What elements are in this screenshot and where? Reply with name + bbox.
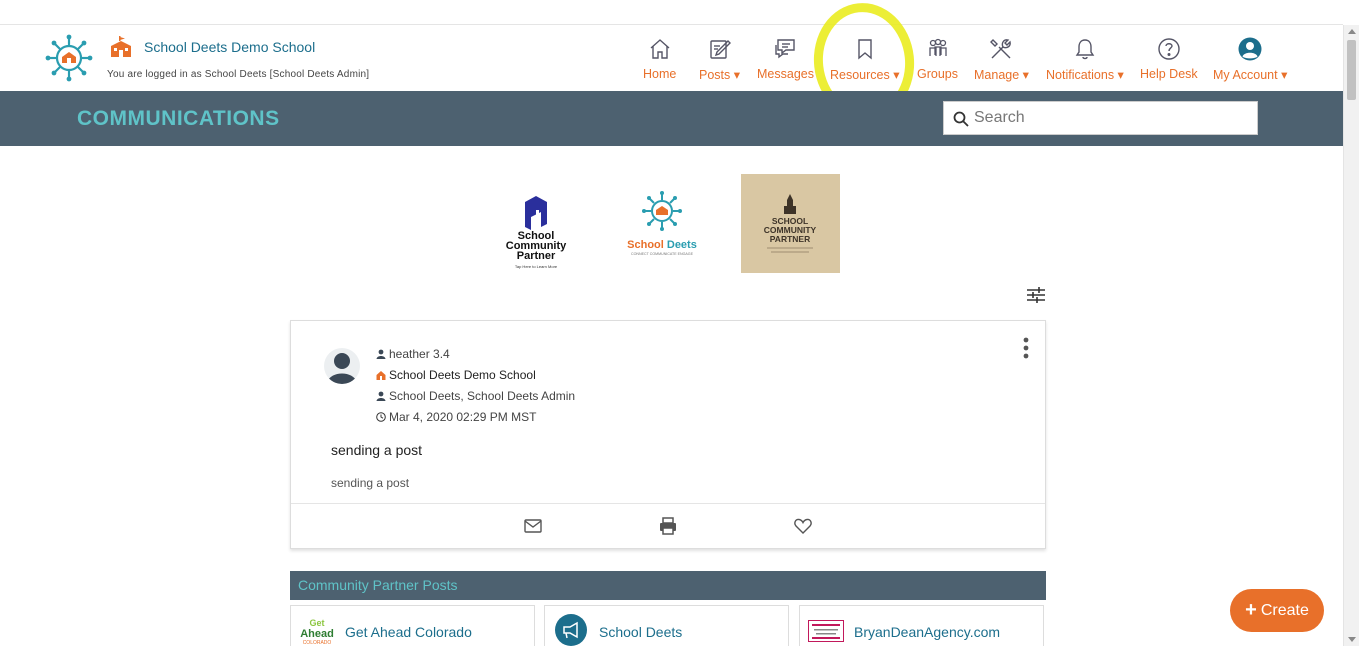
nav-posts[interactable]: Posts ▾ xyxy=(699,37,740,82)
svg-text:COLORADO: COLORADO xyxy=(303,640,332,646)
school-name-link[interactable]: School Deets Demo School xyxy=(144,39,315,55)
edit-icon xyxy=(699,37,740,63)
post-timestamp: Mar 4, 2020 02:29 PM MST xyxy=(376,410,536,424)
post-actions xyxy=(291,503,1045,549)
post-author-name: heather 3.4 xyxy=(389,347,450,361)
scroll-thumb[interactable] xyxy=(1347,40,1356,100)
get-ahead-colorado-logo: Get Ahead COLORADO xyxy=(300,618,334,646)
filter-settings-icon[interactable] xyxy=(1026,285,1046,305)
school-building-icon xyxy=(376,371,386,380)
scroll-down-arrow-icon[interactable] xyxy=(1348,637,1356,642)
page-scrollbar[interactable] xyxy=(1343,25,1359,646)
person-icon xyxy=(376,349,386,359)
like-heart-icon[interactable] xyxy=(793,516,813,536)
search-icon xyxy=(953,111,969,127)
svg-text:Ahead: Ahead xyxy=(300,628,334,640)
school-deets-logo[interactable] xyxy=(44,33,94,83)
account-icon xyxy=(1213,37,1287,63)
post-body: sending a post xyxy=(331,476,410,490)
partner-card-get-ahead-colorado[interactable]: Get Ahead COLORADO Get Ahead Colorado xyxy=(290,605,535,646)
home-icon xyxy=(643,37,676,63)
svg-text:Get: Get xyxy=(309,618,324,628)
nav-home[interactable]: Home xyxy=(643,37,676,81)
partner-name[interactable]: Get Ahead Colorado xyxy=(345,624,472,640)
search-box[interactable] xyxy=(943,101,1258,135)
school-building-icon xyxy=(111,36,131,57)
nav-my-account[interactable]: My Account ▾ xyxy=(1213,37,1287,82)
print-icon[interactable] xyxy=(658,516,678,536)
chat-icon xyxy=(757,37,814,63)
nav-posts-label: Posts ▾ xyxy=(699,68,741,82)
email-icon[interactable] xyxy=(523,516,543,536)
search-input[interactable] xyxy=(974,102,1254,134)
groups-icon xyxy=(917,37,958,63)
sponsor-school-community-partner-1[interactable]: School Community Partner Tap Here to Lea… xyxy=(487,174,586,273)
nav-messages[interactable]: Messages xyxy=(757,37,814,81)
nav-notifications-label: Notifications ▾ xyxy=(1046,68,1124,82)
clock-icon xyxy=(376,412,386,422)
browser-top-strip xyxy=(0,0,1343,25)
nav-groups[interactable]: Groups xyxy=(917,37,958,81)
tools-icon xyxy=(974,37,1029,63)
nav-manage[interactable]: Manage ▾ xyxy=(974,37,1029,82)
svg-text:PARTNER: PARTNER xyxy=(770,234,810,244)
site-header: School Deets Demo School You are logged … xyxy=(0,25,1343,91)
post-timestamp-text: Mar 4, 2020 02:29 PM MST xyxy=(389,410,537,424)
post-card: heather 3.4 School Deets Demo School Sch… xyxy=(290,320,1046,549)
community-partner-title: Community Partner Posts xyxy=(298,577,458,593)
nav-notifications[interactable]: Notifications ▾ xyxy=(1046,37,1124,82)
sponsor-school-deets[interactable]: School Deets CONNECT COMMUNICATE ENGAGE xyxy=(613,174,712,273)
page-title: COMMUNICATIONS xyxy=(77,107,280,130)
help-icon xyxy=(1140,37,1198,63)
nav-help-desk[interactable]: Help Desk xyxy=(1140,37,1198,81)
partner-name[interactable]: BryanDeanAgency.com xyxy=(854,624,1000,640)
scroll-up-arrow-icon[interactable] xyxy=(1348,29,1356,34)
post-recipients: School Deets, School Deets Admin xyxy=(376,389,575,403)
partner-card-school-deets[interactable]: School Deets xyxy=(544,605,789,646)
more-options-icon[interactable] xyxy=(1022,337,1030,359)
svg-text:Partner: Partner xyxy=(517,250,556,262)
page-title-band: COMMUNICATIONS xyxy=(0,91,1343,146)
post-title: sending a post xyxy=(331,442,423,458)
plus-icon: + xyxy=(1245,599,1257,621)
nav-home-label: Home xyxy=(643,67,677,81)
nav-messages-label: Messages xyxy=(757,67,814,81)
post-author: heather 3.4 xyxy=(376,347,450,361)
post-school: School Deets Demo School xyxy=(376,368,536,382)
bryan-dean-agency-logo xyxy=(808,620,844,642)
nav-help-desk-label: Help Desk xyxy=(1140,67,1198,81)
nav-groups-label: Groups xyxy=(917,67,958,81)
nav-manage-label: Manage ▾ xyxy=(974,68,1029,82)
svg-text:CONNECT COMMUNICATE ENGAGE: CONNECT COMMUNICATE ENGAGE xyxy=(631,252,694,256)
logged-in-status: You are logged in as School Deets [Schoo… xyxy=(107,69,370,80)
nav-my-account-label: My Account ▾ xyxy=(1213,68,1288,82)
create-button-label: Create xyxy=(1260,602,1309,619)
partner-name[interactable]: School Deets xyxy=(599,624,682,640)
post-recipients-text: School Deets, School Deets Admin xyxy=(389,389,576,403)
partner-card-bryan-dean-agency[interactable]: BryanDeanAgency.com xyxy=(799,605,1044,646)
post-school-name: School Deets Demo School xyxy=(389,368,536,382)
person-icon xyxy=(376,391,386,401)
bell-icon xyxy=(1046,37,1124,63)
svg-text:Tap Here to Learn More: Tap Here to Learn More xyxy=(515,264,558,269)
sponsor-school-community-partner-2[interactable]: SCHOOL COMMUNITY PARTNER xyxy=(741,174,840,273)
svg-text:School Deets: School Deets xyxy=(627,239,697,251)
community-partner-header: Community Partner Posts xyxy=(290,571,1046,600)
create-button[interactable]: + Create xyxy=(1230,589,1324,632)
avatar xyxy=(324,348,360,384)
megaphone-icon xyxy=(555,614,587,646)
